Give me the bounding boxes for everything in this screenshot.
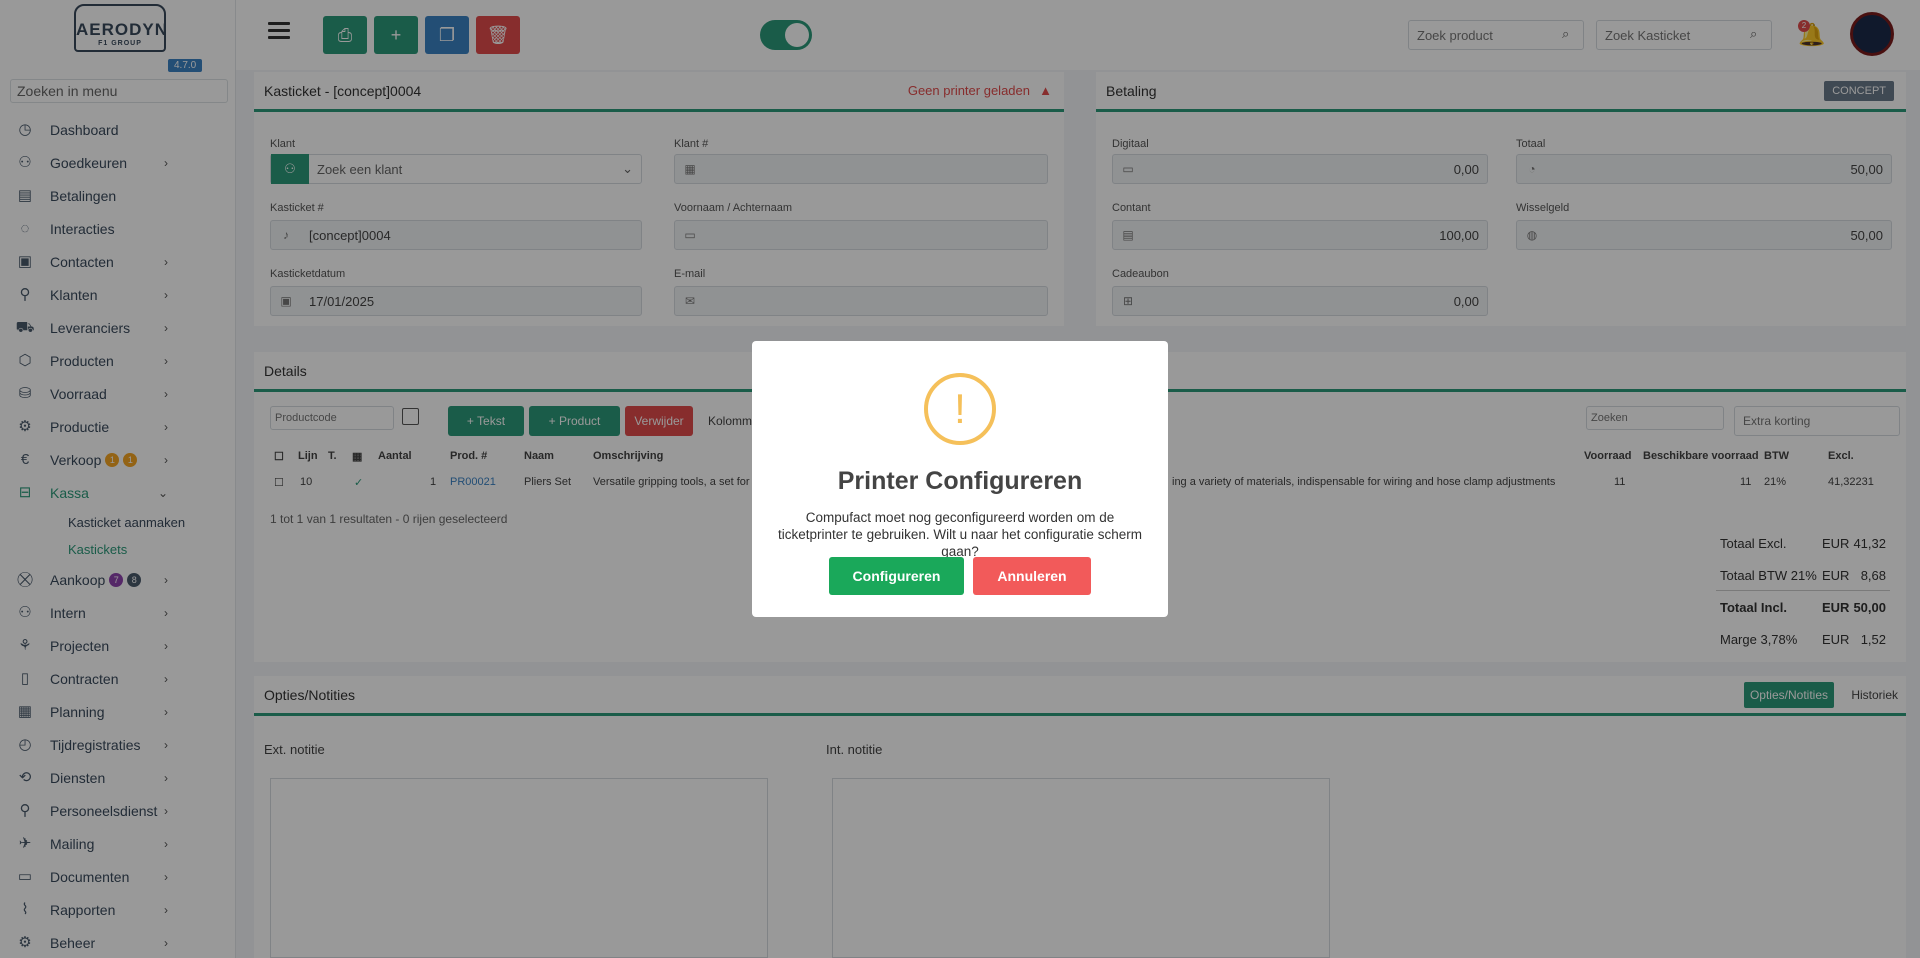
warning-icon: !	[924, 373, 996, 445]
modal-message: Compufact moet nog geconfigureerd worden…	[778, 510, 1142, 559]
printer-config-dialog: ! Printer Configureren Compufact moet no…	[752, 341, 1168, 617]
modal-title: Printer Configureren	[837, 467, 1083, 495]
configure-button[interactable]: Configureren	[829, 557, 964, 595]
cancel-button[interactable]: Annuleren	[973, 557, 1091, 595]
